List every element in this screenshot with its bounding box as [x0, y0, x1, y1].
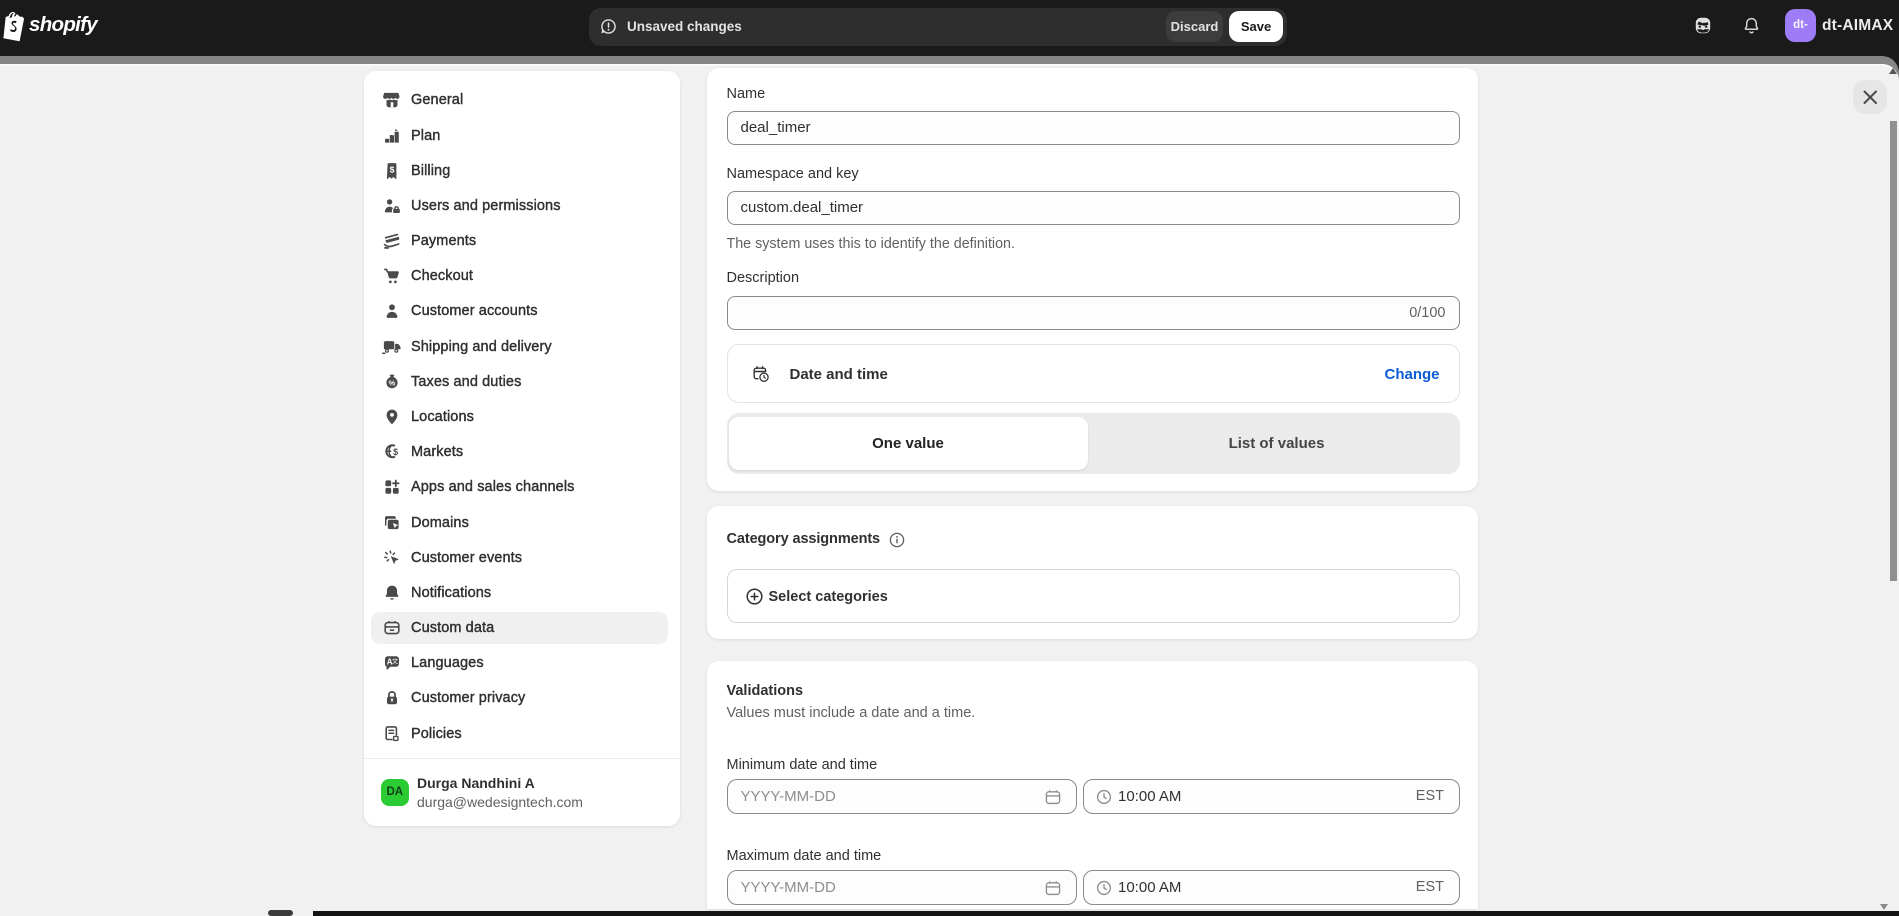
svg-text:$: $	[390, 164, 395, 174]
svg-text:$: $	[393, 447, 398, 457]
svg-text:%: %	[389, 378, 396, 387]
svg-text:文: 文	[392, 658, 398, 666]
